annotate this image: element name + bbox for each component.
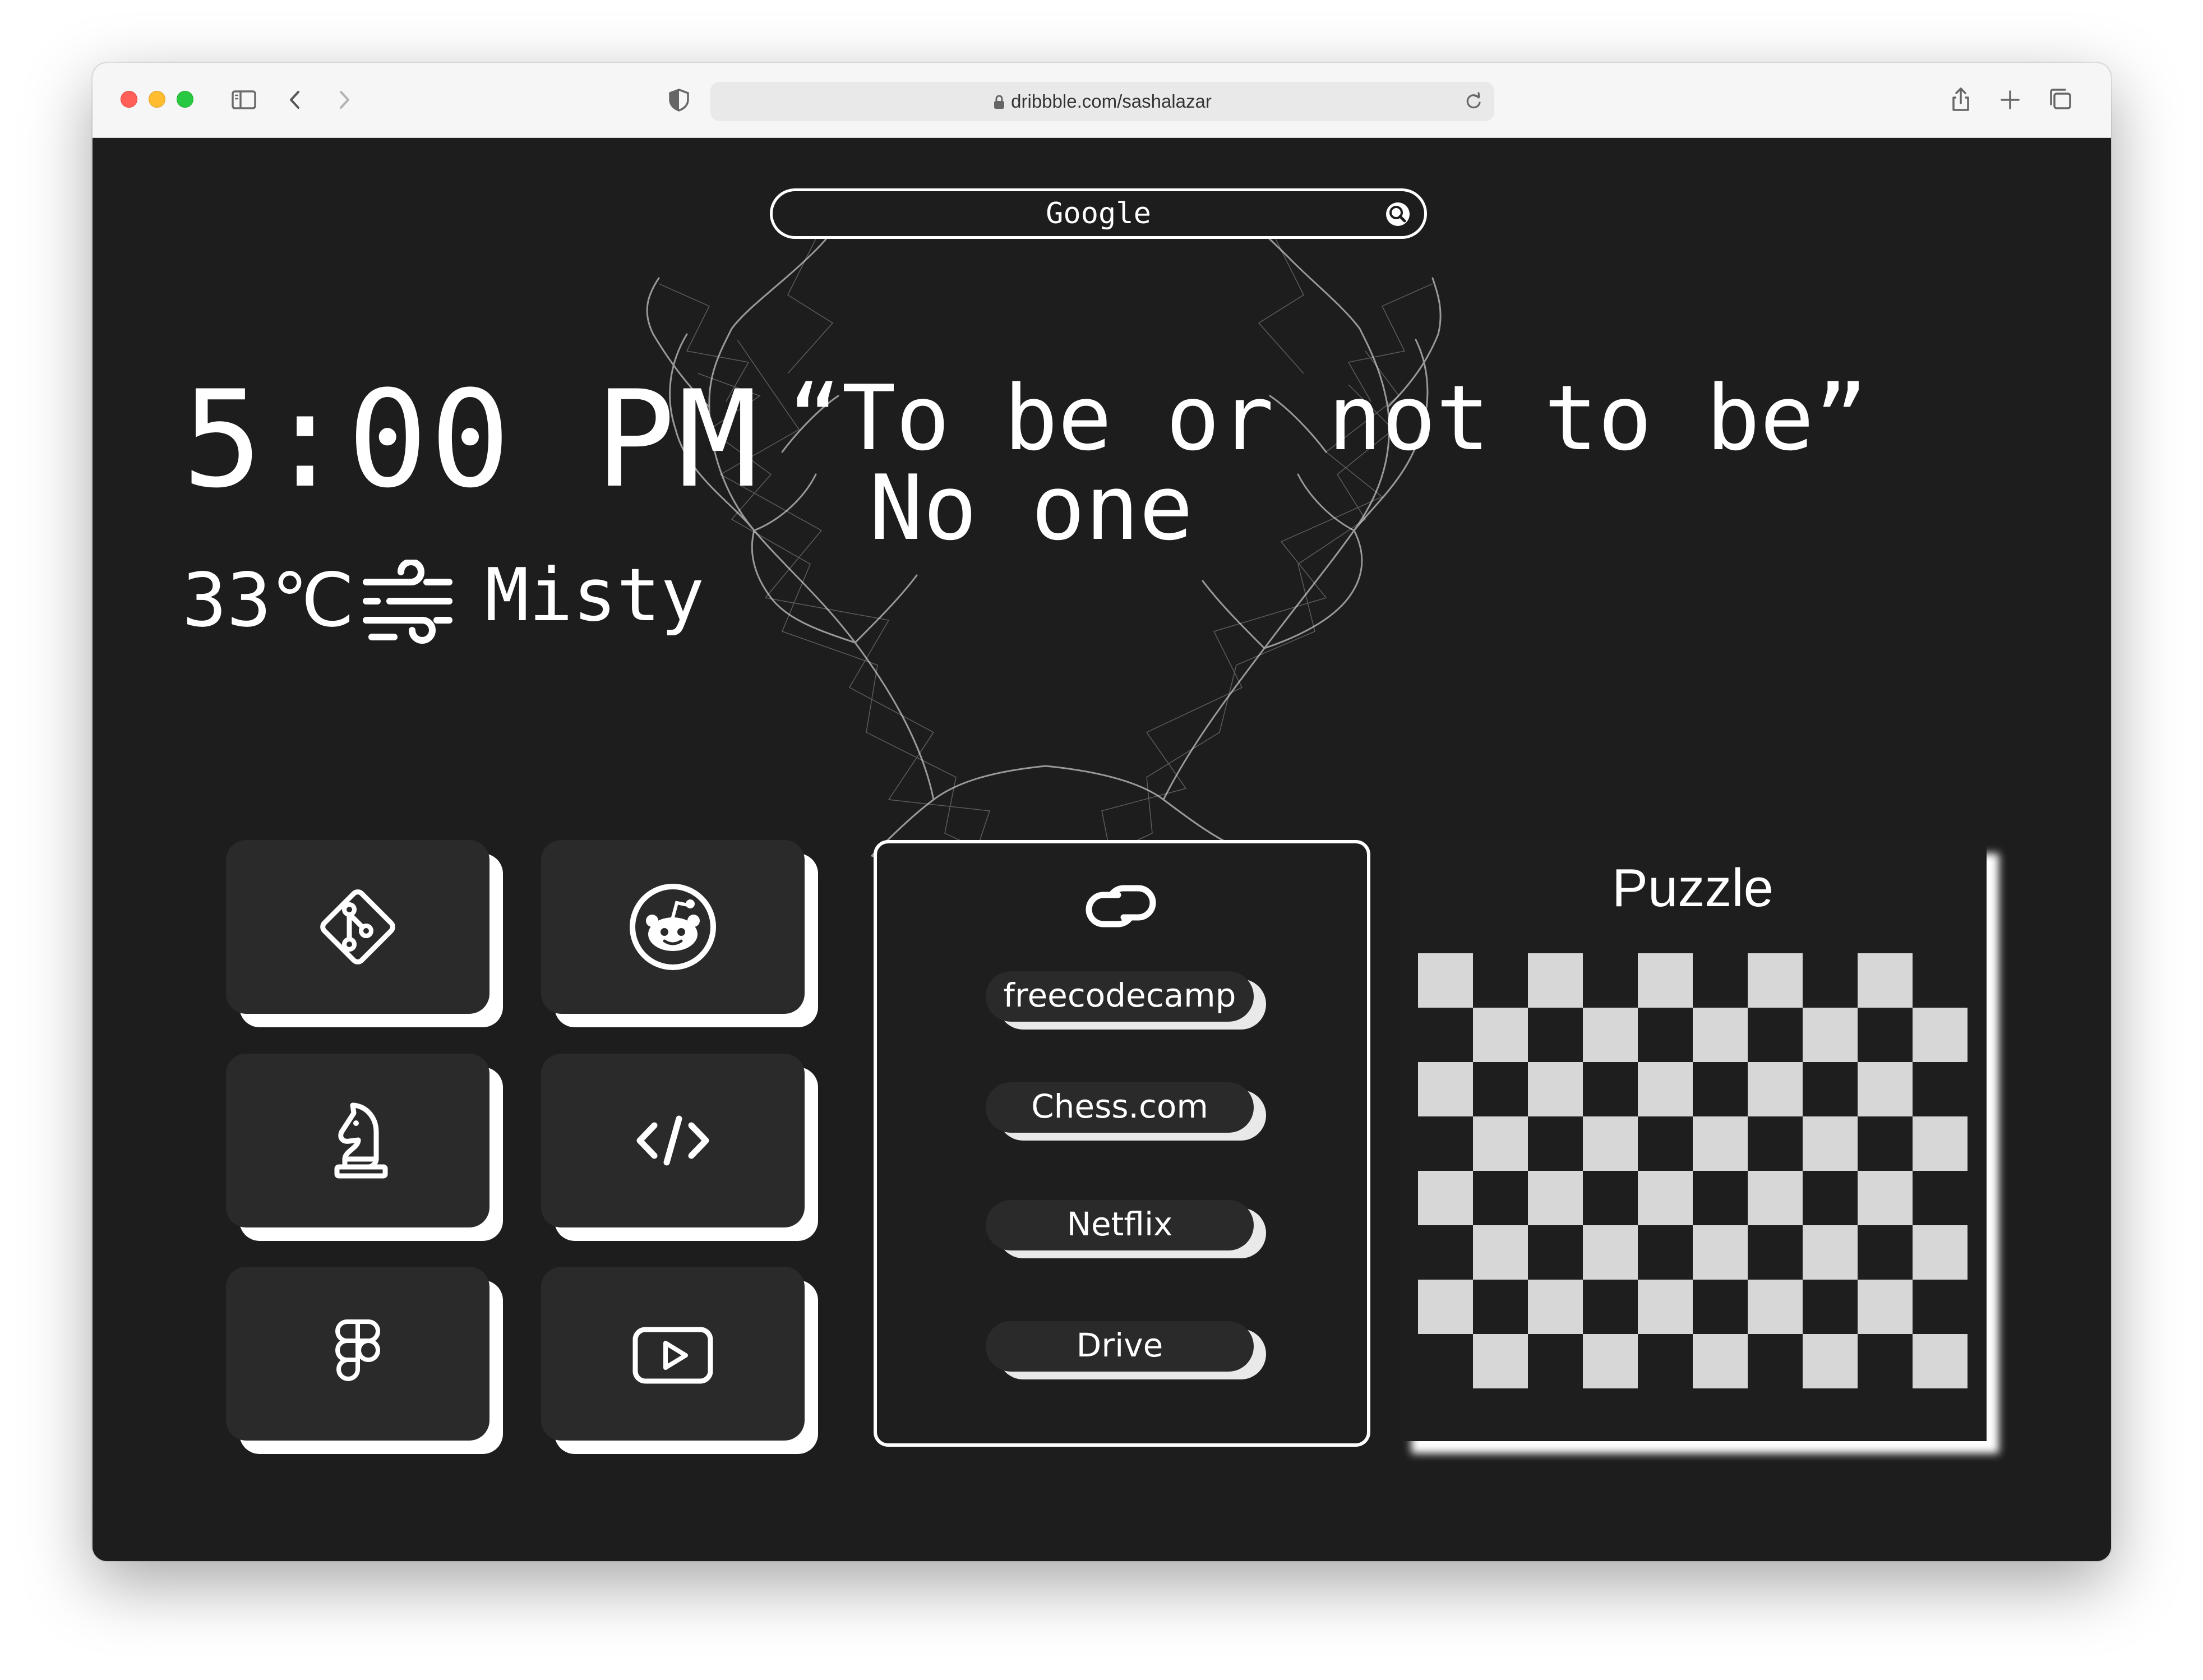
search-engine-label: Google [1046, 197, 1151, 230]
board-square[interactable] [1913, 1008, 1968, 1062]
board-square[interactable] [1473, 1116, 1528, 1171]
link-icon [1079, 873, 1163, 940]
search-icon[interactable] [1384, 200, 1412, 228]
board-square[interactable] [1583, 1116, 1638, 1171]
browser-window: dribbble.com/sashalazar Google 5:00 PM 3… [93, 63, 2111, 1561]
link-netflix[interactable]: Netflix [986, 1200, 1254, 1250]
app-tile-code[interactable] [541, 1054, 805, 1227]
board-square[interactable] [1803, 1116, 1858, 1171]
link-drive[interactable]: Drive [986, 1321, 1254, 1372]
lock-icon [993, 84, 1005, 123]
board-square[interactable] [1638, 1171, 1693, 1225]
tabs-overview-icon[interactable] [2045, 84, 2076, 116]
board-square[interactable] [1748, 1280, 1803, 1334]
board-square[interactable] [1528, 1171, 1583, 1225]
search-box[interactable]: Google [770, 188, 1427, 239]
board-square[interactable] [1638, 953, 1693, 1008]
board-square[interactable] [1803, 1334, 1858, 1388]
board-square[interactable] [1418, 953, 1473, 1008]
board-square[interactable] [1528, 1280, 1583, 1334]
board-square[interactable] [1858, 1062, 1913, 1116]
puzzle-widget: Puzzle [1399, 841, 1987, 1441]
board-square[interactable] [1858, 1280, 1913, 1334]
forward-icon[interactable] [328, 84, 359, 116]
puzzle-title: Puzzle [1611, 858, 1774, 918]
app-tile-git[interactable] [226, 840, 489, 1014]
board-square[interactable] [1638, 1062, 1693, 1116]
git-icon [320, 889, 395, 964]
board-square[interactable] [1418, 1062, 1473, 1116]
app-tile-youtube[interactable] [541, 1267, 805, 1441]
wind-icon [361, 559, 456, 644]
share-icon[interactable] [1945, 84, 1976, 116]
address-bar[interactable]: dribbble.com/sashalazar [710, 82, 1494, 121]
board-square[interactable] [1803, 1225, 1858, 1280]
board-square[interactable] [1748, 953, 1803, 1008]
board-square[interactable] [1638, 1280, 1693, 1334]
browser-toolbar: dribbble.com/sashalazar [93, 63, 2111, 138]
board-square[interactable] [1473, 1008, 1528, 1062]
board-square[interactable] [1913, 1334, 1968, 1388]
weather-temperature: 33℃ [182, 557, 355, 644]
weather-condition: Misty [485, 552, 705, 638]
zoom-window-button[interactable] [177, 91, 193, 108]
board-square[interactable] [1583, 1225, 1638, 1280]
board-square[interactable] [1583, 1334, 1638, 1388]
figma-icon [335, 1319, 380, 1381]
reddit-icon [630, 884, 716, 970]
board-square[interactable] [1693, 1008, 1748, 1062]
chess-knight-icon [334, 1102, 388, 1179]
new-tab-icon[interactable] [1994, 84, 2026, 116]
youtube-icon [632, 1327, 713, 1384]
board-square[interactable] [1913, 1116, 1968, 1171]
board-square[interactable] [1583, 1008, 1638, 1062]
quote-author: No one [869, 455, 1193, 560]
minimize-window-button[interactable] [149, 91, 165, 108]
clock-time: 5:00 PM [182, 362, 761, 518]
board-square[interactable] [1858, 1171, 1913, 1225]
board-square[interactable] [1693, 1334, 1748, 1388]
board-square[interactable] [1803, 1008, 1858, 1062]
board-square[interactable] [1528, 953, 1583, 1008]
link-chess-com[interactable]: Chess.com [986, 1082, 1254, 1133]
board-square[interactable] [1473, 1225, 1528, 1280]
checkerboard[interactable] [1418, 953, 1968, 1391]
code-icon [636, 1115, 709, 1166]
app-tile-chess[interactable] [226, 1054, 489, 1227]
board-square[interactable] [1693, 1225, 1748, 1280]
board-square[interactable] [1473, 1334, 1528, 1388]
board-square[interactable] [1418, 1280, 1473, 1334]
board-square[interactable] [1748, 1171, 1803, 1225]
url-text: dribbble.com/sashalazar [1011, 91, 1212, 112]
sidebar-icon[interactable] [228, 84, 260, 116]
app-tile-figma[interactable] [226, 1267, 489, 1441]
quick-links-panel: freecodecamp Chess.com Netflix Drive [874, 840, 1370, 1447]
board-square[interactable] [1913, 1225, 1968, 1280]
link-freecodecamp[interactable]: freecodecamp [986, 971, 1254, 1022]
reload-icon[interactable] [1462, 90, 1485, 113]
board-square[interactable] [1528, 1062, 1583, 1116]
new-tab-page: Google 5:00 PM 33℃ Misty “To be or not t… [93, 138, 2111, 1561]
close-window-button[interactable] [121, 91, 137, 108]
board-square[interactable] [1858, 953, 1913, 1008]
shield-icon[interactable] [663, 84, 695, 116]
board-square[interactable] [1418, 1171, 1473, 1225]
app-tile-reddit[interactable] [541, 840, 805, 1014]
board-square[interactable] [1693, 1116, 1748, 1171]
back-icon[interactable] [280, 84, 311, 116]
board-square[interactable] [1748, 1062, 1803, 1116]
